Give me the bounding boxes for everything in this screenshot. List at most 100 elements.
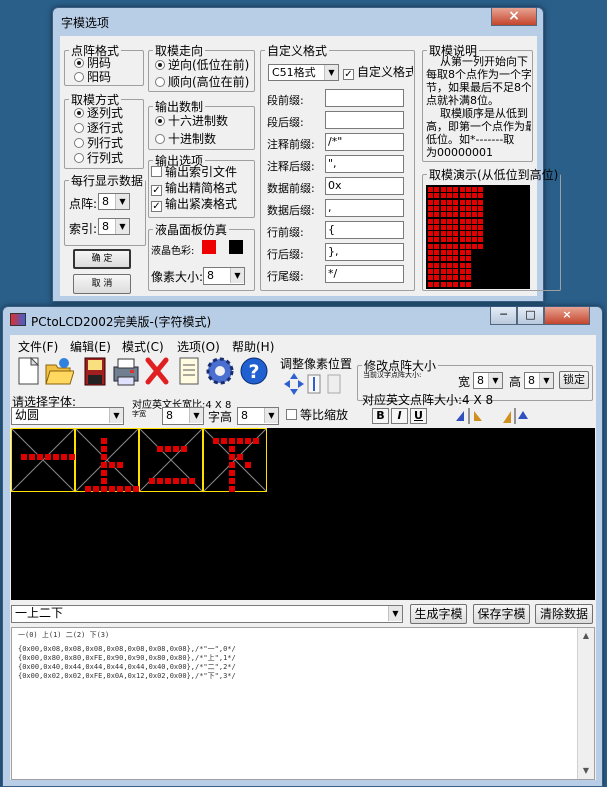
underline-button[interactable]: U xyxy=(410,408,427,424)
cancel-button[interactable]: 取 消 xyxy=(73,274,131,294)
check-compact[interactable]: ✓ 输出精简格式 xyxy=(151,181,253,196)
radio-negative[interactable]: 阴码 xyxy=(74,56,111,70)
mirror-icon[interactable] xyxy=(454,407,484,425)
adjust-arrows[interactable] xyxy=(282,371,352,397)
custom-field-input[interactable]: , xyxy=(325,199,404,217)
glyph-cell[interactable] xyxy=(75,428,139,492)
dialog-close-button[interactable]: × xyxy=(491,8,537,26)
glyph-cell[interactable] xyxy=(203,428,267,492)
custom-field-input[interactable]: 0x xyxy=(325,177,404,195)
radio-hex[interactable]: 十六进制数 xyxy=(155,114,228,128)
demo-pixel xyxy=(446,199,452,205)
close-button[interactable]: × xyxy=(544,307,590,325)
custom-field-input[interactable]: }, xyxy=(325,243,404,261)
font-select[interactable]: 幼圆 ▼ xyxy=(11,407,124,425)
radio-decimal[interactable]: 十进制数 xyxy=(155,132,216,146)
demo-pixel xyxy=(440,268,446,274)
new-icon[interactable] xyxy=(14,355,44,389)
demo-pixel xyxy=(453,243,459,249)
menu-mode[interactable]: 模式(C) xyxy=(122,338,164,355)
glyph-cell[interactable] xyxy=(11,428,75,492)
generate-button[interactable]: 生成字模 xyxy=(410,604,467,624)
demo-pixel xyxy=(453,199,459,205)
radio-positive[interactable]: 阳码 xyxy=(74,70,111,84)
lock-button[interactable]: 锁定 xyxy=(559,371,589,389)
width-select[interactable]: 8 ▼ xyxy=(473,372,503,389)
glyph-pixel xyxy=(165,446,171,452)
custom-field-input[interactable]: ", xyxy=(325,155,404,173)
proportional-checkbox[interactable]: 等比缩放 xyxy=(286,408,348,422)
print-icon[interactable] xyxy=(110,355,140,389)
check-tight[interactable]: ✓ 输出紧凑格式 xyxy=(151,197,253,212)
custom-field-input[interactable] xyxy=(325,111,404,129)
output-textarea[interactable]: 一(0) 上(1) 二(2) 下(3) {0x00,0x08,0x08,0x08… xyxy=(11,627,595,780)
demo-pixel xyxy=(472,237,478,243)
lcd-fg-color-swatch[interactable] xyxy=(202,240,216,254)
demo-pixel xyxy=(440,256,446,262)
resize-hint: 当前汉字点阵大小: xyxy=(363,371,422,379)
scroll-up-icon[interactable]: ▲ xyxy=(578,628,594,644)
bold-button[interactable]: B xyxy=(372,408,389,424)
save-icon[interactable] xyxy=(80,355,110,389)
radio-reverse[interactable]: 逆向(低位在前) xyxy=(155,58,253,72)
demo-pixel xyxy=(453,268,459,274)
check-index-file[interactable]: 输出索引文件 xyxy=(151,165,253,179)
clear-button[interactable]: 清除数据 xyxy=(535,604,593,624)
ok-button[interactable]: 确 定 xyxy=(73,249,131,269)
italic-button[interactable]: I xyxy=(391,408,408,424)
demo-pixel xyxy=(453,237,459,243)
custom-field-input[interactable]: */ xyxy=(325,265,404,283)
glyph-pixel xyxy=(229,486,235,492)
format-select[interactable]: C51格式 ▼ xyxy=(268,64,339,81)
menu-help[interactable]: 帮助(H) xyxy=(232,338,274,355)
maximize-button[interactable]: □ xyxy=(517,307,544,325)
settings-gear-icon[interactable] xyxy=(204,355,234,389)
custom-field-input[interactable]: { xyxy=(325,221,404,239)
glyph-cell[interactable] xyxy=(139,428,203,492)
radio-forward[interactable]: 顺向(高位在前) xyxy=(155,75,253,89)
glyph-canvas[interactable] xyxy=(11,428,595,600)
height-select[interactable]: 8 ▼ xyxy=(524,372,554,389)
glyph-pixel xyxy=(229,470,235,476)
char-height-select[interactable]: 8 ▼ xyxy=(237,407,279,425)
output-scrollbar[interactable]: ▲ ▼ xyxy=(577,628,594,779)
custom-field-input[interactable] xyxy=(325,89,404,107)
help-icon[interactable]: ? xyxy=(238,355,268,389)
custom-field-input[interactable]: /*" xyxy=(325,133,404,151)
save-font-button[interactable]: 保存字模 xyxy=(473,604,530,624)
open-icon[interactable] xyxy=(44,355,75,389)
demo-pixel xyxy=(446,256,452,262)
main-window: PCtoLCD2002完美版-(字符模式) ─ □ × 文件(F) 编辑(E) … xyxy=(2,306,603,787)
scroll-down-icon[interactable]: ▼ xyxy=(578,763,594,779)
custom-format-checkbox[interactable]: ✓ 自定义格式 xyxy=(343,65,413,80)
pixel-size-label: 像素大小: xyxy=(151,270,204,284)
glyph-pixel xyxy=(229,454,235,460)
lcd-bg-color-swatch[interactable] xyxy=(229,240,243,254)
demo-pixel xyxy=(428,256,433,262)
delete-icon[interactable] xyxy=(142,355,172,389)
text-input[interactable]: 一上二下 ▼ xyxy=(11,605,403,623)
pixel-size-select[interactable]: 8 ▼ xyxy=(203,267,245,285)
demo-pixel xyxy=(440,205,446,211)
glyph-pixel xyxy=(101,446,107,452)
radio-row[interactable]: 逐行式 xyxy=(74,121,123,135)
notes-icon[interactable] xyxy=(174,355,204,389)
minimize-button[interactable]: ─ xyxy=(490,307,517,325)
rotate-icon[interactable] xyxy=(500,407,530,425)
radio-column[interactable]: 逐列式 xyxy=(74,106,123,120)
demo-pixel xyxy=(440,262,446,268)
glyph-pixel xyxy=(61,454,67,460)
demo-pixel xyxy=(478,205,484,211)
index-count-select[interactable]: 8 ▼ xyxy=(98,218,130,235)
radio-column-row[interactable]: 列行式 xyxy=(74,136,123,150)
menu-edit[interactable]: 编辑(E) xyxy=(70,338,111,355)
glyph-pixel xyxy=(229,462,235,468)
demo-pixel xyxy=(446,275,452,281)
menu-file[interactable]: 文件(F) xyxy=(18,338,58,355)
glyph-pixel xyxy=(157,478,163,484)
dot-count-select[interactable]: 8 ▼ xyxy=(98,193,130,210)
menu-options[interactable]: 选项(O) xyxy=(177,338,220,355)
char-width-select[interactable]: 8 ▼ xyxy=(162,407,204,425)
glyph-pixel xyxy=(29,454,35,460)
radio-row-column[interactable]: 行列式 xyxy=(74,151,123,165)
